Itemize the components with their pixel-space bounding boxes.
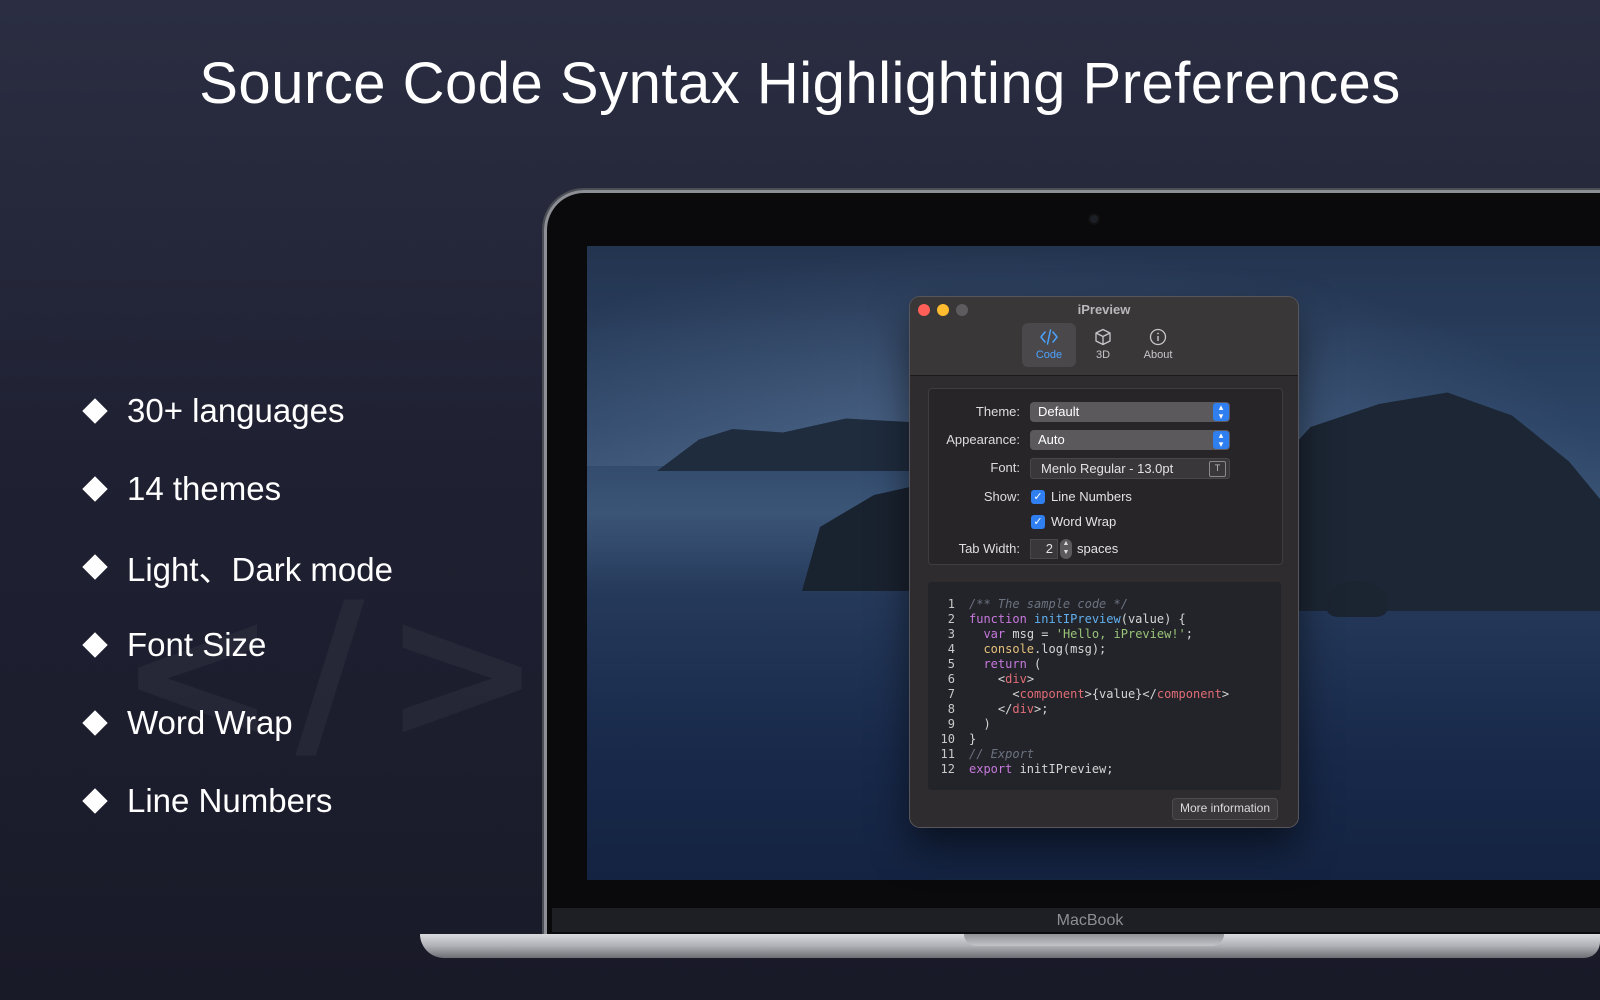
more-information-button[interactable]: More information	[1171, 798, 1278, 820]
window-toolbar: iPreview Code 3D About	[910, 297, 1298, 376]
camera-icon	[1090, 215, 1098, 223]
line-numbers-label[interactable]: Line Numbers	[1051, 489, 1132, 504]
tab-code[interactable]: Code	[1022, 323, 1076, 367]
diamond-bullet-icon	[82, 710, 108, 736]
theme-label: Theme:	[975, 404, 1020, 419]
info-circle-icon	[1131, 328, 1185, 348]
diamond-bullet-icon	[82, 788, 108, 814]
tab-about[interactable]: About	[1131, 323, 1185, 367]
font-field[interactable]: Menlo Regular - 13.0pt T	[1030, 458, 1230, 479]
feature-item: 30+ languages	[80, 386, 344, 436]
diamond-bullet-icon	[82, 554, 108, 580]
code-line: 1/** The sample code */	[947, 597, 1128, 611]
code-preview: 1/** The sample code */ 2 function initIP…	[928, 582, 1281, 790]
code-line: 5 return (	[947, 657, 1042, 671]
code-line: 6 <div>	[947, 672, 1035, 686]
tab-label: 3D	[1095, 349, 1111, 361]
appearance-value: Auto	[1038, 432, 1065, 447]
preferences-window: iPreview Code 3D About Theme: Default ▴ ▾	[910, 297, 1298, 827]
show-row: Show: ✓ Line Numbers	[929, 486, 1282, 508]
code-line: 7 <component>{value}</component>	[947, 687, 1230, 701]
tab-width-input[interactable]: 2	[1030, 539, 1058, 559]
word-wrap-label[interactable]: Word Wrap	[1051, 514, 1116, 529]
diamond-bullet-icon	[82, 398, 108, 424]
font-row: Font: Menlo Regular - 13.0pt T	[929, 457, 1282, 479]
tab-label: Code	[1035, 349, 1063, 361]
theme-row: Theme: Default ▴ ▾	[929, 401, 1282, 423]
code-line: 12 export initIPreview;	[940, 762, 1114, 776]
appearance-popup[interactable]: Auto ▴ ▾	[1030, 430, 1230, 450]
chevron-up-down-icon: ▴ ▾	[1213, 431, 1229, 449]
laptop-brand-label: MacBook	[1056, 912, 1124, 929]
cube-icon	[1076, 328, 1130, 348]
tab-3d[interactable]: 3D	[1076, 323, 1130, 367]
tab-width-stepper[interactable]: ▲ ▼	[1060, 539, 1072, 559]
window-title: iPreview	[1077, 302, 1131, 317]
feature-label: 30+ languages	[127, 392, 345, 429]
diamond-bullet-icon	[82, 632, 108, 658]
theme-value: Default	[1038, 404, 1080, 419]
feature-label: Light、Dark mode	[127, 551, 393, 588]
font-value: Menlo Regular - 13.0pt	[1041, 461, 1174, 476]
word-wrap-row: ✓ Word Wrap	[929, 511, 1282, 533]
feature-item: Word Wrap	[80, 698, 293, 748]
tab-width-row: Tab Width: 2 ▲ ▼ spaces	[929, 538, 1282, 560]
show-label: Show:	[983, 489, 1020, 504]
feature-item: Light、Dark mode	[80, 542, 393, 592]
theme-popup[interactable]: Default ▴ ▾	[1030, 402, 1230, 422]
tab-label: About	[1143, 349, 1173, 361]
code-line: 9 )	[947, 717, 991, 731]
feature-item: Font Size	[80, 620, 266, 670]
line-numbers-checkbox[interactable]: ✓	[1031, 490, 1045, 504]
diamond-bullet-icon	[82, 476, 108, 502]
tab-width-unit: spaces	[1077, 541, 1119, 556]
word-wrap-checkbox[interactable]: ✓	[1031, 515, 1045, 529]
sea-rock	[1327, 581, 1387, 617]
feature-item: 14 themes	[80, 464, 281, 514]
code-line: 3 var msg = 'Hello, iPreview!';	[947, 627, 1193, 641]
feature-label: Word Wrap	[127, 704, 293, 741]
feature-label: Line Numbers	[127, 782, 333, 819]
code-line: 8 </div>;	[947, 702, 1049, 716]
tab-width-label: Tab Width:	[958, 541, 1020, 556]
font-label: Font:	[990, 460, 1020, 475]
page-headline: Source Code Syntax Highlighting Preferen…	[199, 51, 1401, 116]
feature-label: 14 themes	[127, 470, 282, 507]
font-picker-icon[interactable]: T	[1209, 461, 1226, 477]
code-line: 4 console.log(msg);	[947, 642, 1107, 656]
settings-panel: Theme: Default ▴ ▾ Appearance: Auto ▴ ▾ Fo…	[928, 388, 1283, 565]
chevron-up-down-icon: ▴ ▾	[1213, 403, 1229, 421]
code-line: 2 function initIPreview(value) {	[947, 612, 1186, 626]
feature-label: Font Size	[127, 626, 267, 663]
code-line: 11// Export	[940, 747, 1035, 761]
feature-item: Line Numbers	[80, 776, 332, 826]
code-brackets-icon	[1022, 328, 1076, 348]
appearance-row: Appearance: Auto ▴ ▾	[929, 429, 1282, 451]
appearance-label: Appearance:	[946, 432, 1020, 447]
laptop-opening-notch	[964, 934, 1224, 946]
code-line: 10}	[940, 732, 977, 746]
